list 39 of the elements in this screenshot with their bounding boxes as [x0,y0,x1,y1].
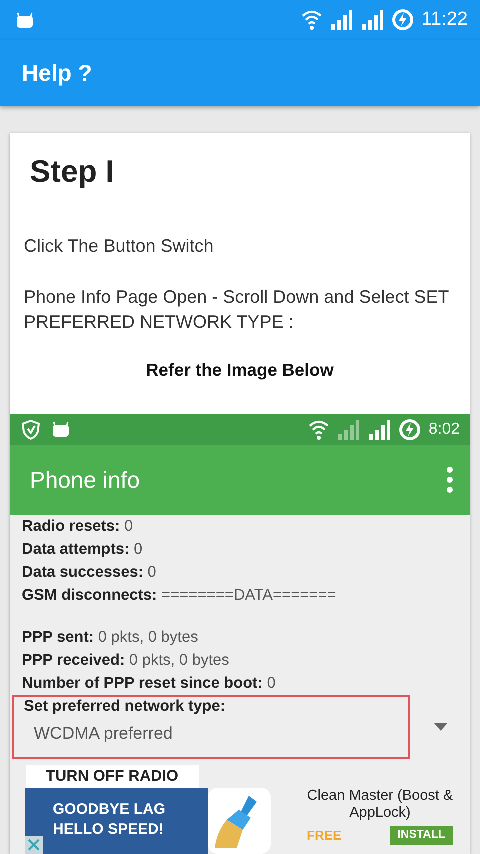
signal-icon [330,10,353,30]
signal-icon [360,10,384,30]
clock: 8:02 [428,420,460,440]
action-button[interactable]: TURN OFF RADIO [26,765,199,790]
step-heading: Step I [29,153,116,190]
info-row-text: GSM disconnects: ========DATA======= [22,586,338,606]
caption-text: Refer the Image Below [145,359,335,382]
android-icon [16,12,34,28]
clock: 11:22 [422,8,468,32]
info-row-text: PPP received: 0 pkts, 0 bytes [22,651,230,672]
info-row-text: Data successes: 0 [22,563,158,584]
wifi-icon [302,10,322,30]
dropdown-caret-icon [434,723,448,732]
more-icon [446,467,454,494]
more-options-button[interactable] [446,467,454,494]
instruction-text: Phone Info Page Open - Scroll Down and Select SET PREFERRED NETWORK TYPE : [23,286,450,334]
ad-image[interactable]: GOODBYE LAG HELLO SPEED! [25,788,208,854]
signal-icon [336,420,360,440]
info-row-text: Number of PPP reset since boot: 0 [22,674,277,694]
instruction-text: Click The Button Switch [23,235,215,258]
app-bar-title: Help ? [22,58,92,88]
price-label: FREE [307,827,342,845]
app-bar-title: Phone info [30,466,140,496]
info-row-text: Data attempts: 0 [22,540,144,560]
ad-slogan: GOODBYE LAG HELLO SPEED! [53,800,167,840]
close-icon [28,839,40,851]
battery-saver-icon [392,9,414,31]
android-icon [52,421,70,438]
info-row-text: PPP sent: 0 pkts, 0 bytes [22,628,200,648]
signal-icon [368,420,391,440]
battery-saver-icon [398,418,421,441]
ad-banner[interactable]: GOODBYE LAG HELLO SPEED! Clean Master (Boost & AppLock) FREE INSTALL [25,788,470,854]
app-name: Clean Master (Boost & AppLock) [306,788,454,822]
network-type-spinner[interactable]: Set preferred network type: WCDMA preferred [12,695,410,760]
info-row-text: Radio resets: 0 [22,517,134,538]
app-icon[interactable] [208,788,272,854]
wifi-icon [308,420,329,440]
shield-icon [22,420,40,440]
close-ad-button[interactable] [25,836,43,854]
